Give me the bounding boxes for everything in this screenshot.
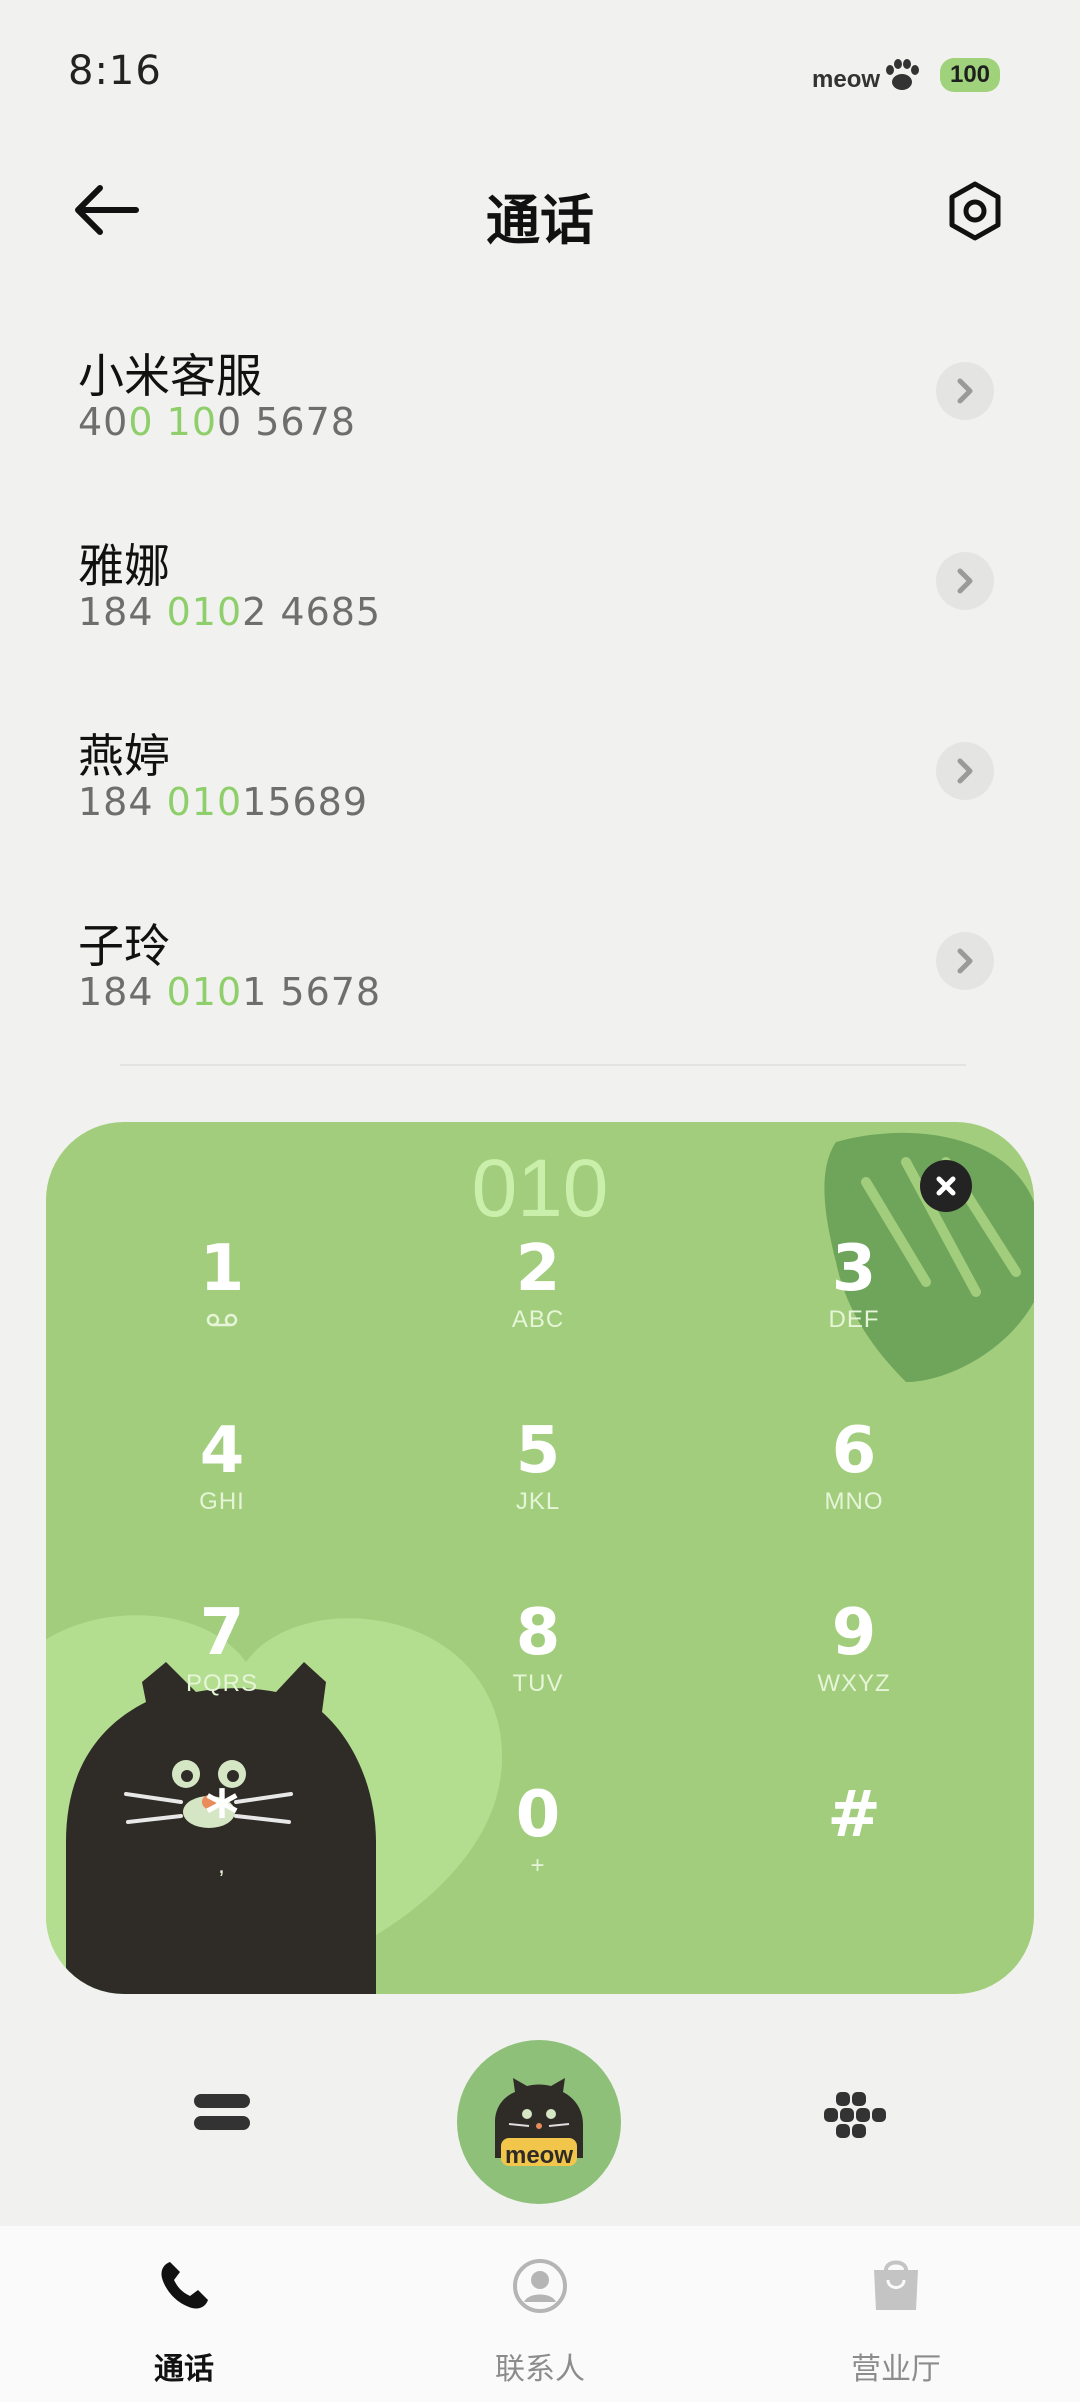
contact-details-button[interactable]: [936, 362, 994, 420]
tab-contacts[interactable]: 联系人: [420, 2226, 660, 2402]
key-letters: TUV: [512, 1670, 564, 1697]
number-match-highlight: 010: [166, 780, 243, 824]
key-digit: 9: [831, 1596, 877, 1670]
chevron-right-icon: [957, 378, 973, 404]
number-match-highlight: 010: [166, 590, 243, 634]
contact-name: 雅娜: [78, 539, 170, 593]
contact-number: 184 01015689: [78, 780, 368, 824]
key-digit: 5: [515, 1414, 561, 1488]
clear-input-button[interactable]: [920, 1160, 972, 1212]
contact-details-button[interactable]: [936, 552, 994, 610]
tab-label: 联系人: [495, 2352, 585, 2387]
chevron-right-icon: [957, 568, 973, 594]
contact-details-button[interactable]: [936, 932, 994, 990]
tab-label: 营业厅: [851, 2352, 941, 2387]
key-letters: JKL: [515, 1488, 561, 1515]
meow-cat-icon: [495, 2078, 583, 2166]
number-segment: 2 4685: [242, 590, 382, 634]
number-segment: [154, 400, 167, 444]
contact-row[interactable]: 小米客服 400 100 5678: [0, 340, 1080, 530]
paw-icon: [886, 59, 919, 90]
tab-store[interactable]: 营业厅: [776, 2226, 1016, 2402]
contact-row[interactable]: 燕婷 184 01015689: [0, 720, 1080, 910]
key-letters: WXYZ: [817, 1670, 891, 1697]
key-letters: GHI: [199, 1488, 245, 1515]
number-match-highlight: 10: [166, 400, 217, 444]
contact-name: 燕婷: [78, 729, 170, 783]
key-digit: 3: [831, 1232, 877, 1306]
contact-name: 小米客服: [78, 349, 262, 403]
key-letters: ABC: [511, 1306, 565, 1333]
page-title: 通话: [486, 189, 594, 252]
number-match-highlight: 010: [166, 970, 243, 1014]
dial-key-9[interactable]: 9 WXYZ: [754, 1600, 954, 1720]
dial-key-star[interactable]: *,: [122, 1782, 322, 1902]
key-letters: ,: [218, 1852, 226, 1879]
tab-label: 通话: [154, 2352, 214, 2387]
dial-key-4[interactable]: 4 GHI: [122, 1418, 322, 1538]
key-letters: PQRS: [185, 1670, 258, 1697]
status-time: 8:16: [68, 48, 162, 94]
settings-hexagon-icon[interactable]: [944, 180, 1006, 242]
list-divider: [120, 1064, 966, 1066]
contact-row[interactable]: 雅娜 184 0102 4685: [0, 530, 1080, 720]
dial-key-0[interactable]: 0 +: [438, 1782, 638, 1902]
dial-key-8[interactable]: 8 TUV: [438, 1600, 638, 1720]
chevron-right-icon: [957, 758, 973, 784]
key-letters: MNO: [824, 1488, 884, 1515]
key-digit: #: [827, 1778, 881, 1852]
key-letters: DEF: [828, 1306, 880, 1333]
hide-keypad-icon[interactable]: [192, 2090, 252, 2136]
key-digit: 1: [199, 1232, 245, 1306]
number-segment: 40: [78, 400, 129, 444]
battery-indicator: 100: [940, 58, 1000, 92]
dial-key-5[interactable]: 5 JKL: [438, 1418, 638, 1538]
dialpad-card: 010 1 2 ABC 3 DEF 4 GHI 5 JKL 6 MNO 7 PQRS 8 TUV 9 WXYZ *…: [46, 1122, 1034, 1994]
number-segment: 0 5678: [217, 400, 356, 444]
person-icon: [513, 2259, 567, 2313]
contact-details-button[interactable]: [936, 742, 994, 800]
number-segment: 184: [78, 780, 167, 824]
dial-input-display[interactable]: 010: [46, 1142, 1034, 1236]
key-digit: 4: [199, 1414, 245, 1488]
dial-key-hash[interactable]: #: [754, 1782, 954, 1902]
key-digit: 0: [515, 1778, 561, 1852]
close-icon: [936, 1176, 956, 1196]
number-match-highlight: 0: [128, 400, 154, 444]
bottom-tab-bar: 通话 联系人 营业厅: [0, 2226, 1080, 2402]
contact-number: 400 100 5678: [78, 400, 356, 444]
contact-name: 子玲: [78, 919, 170, 973]
chevron-right-icon: [957, 948, 973, 974]
phone-icon: [161, 2262, 208, 2309]
number-segment: 15689: [242, 780, 369, 824]
key-digit: 8: [515, 1596, 561, 1670]
shopping-bag-icon: [874, 2260, 918, 2310]
tab-calls[interactable]: 通话: [64, 2226, 304, 2402]
status-brand-text: meow: [812, 66, 881, 93]
key-digit: 6: [831, 1414, 877, 1488]
number-segment: 1 5678: [242, 970, 382, 1014]
dial-key-6[interactable]: 6 MNO: [754, 1418, 954, 1538]
number-segment: 184: [78, 590, 167, 634]
dial-key-7[interactable]: 7 PQRS: [122, 1600, 322, 1720]
key-letters: +: [530, 1852, 546, 1879]
call-button-label: meow: [504, 2142, 573, 2169]
dial-key-2[interactable]: 2 ABC: [438, 1236, 638, 1356]
key-digit: 2: [515, 1232, 561, 1306]
menu-grid-icon[interactable]: [822, 2090, 888, 2142]
key-digit: *: [205, 1778, 239, 1852]
contact-number: 184 0101 5678: [78, 970, 381, 1014]
dial-key-3[interactable]: 3 DEF: [754, 1236, 954, 1356]
call-button[interactable]: meow: [457, 2040, 621, 2204]
key-digit: 7: [199, 1596, 245, 1670]
contact-number: 184 0102 4685: [78, 590, 381, 634]
contact-row[interactable]: 子玲 184 0101 5678: [0, 910, 1080, 1100]
voicemail-icon: [122, 1306, 322, 1334]
number-segment: 184: [78, 970, 167, 1014]
dial-key-1[interactable]: 1: [122, 1236, 322, 1356]
